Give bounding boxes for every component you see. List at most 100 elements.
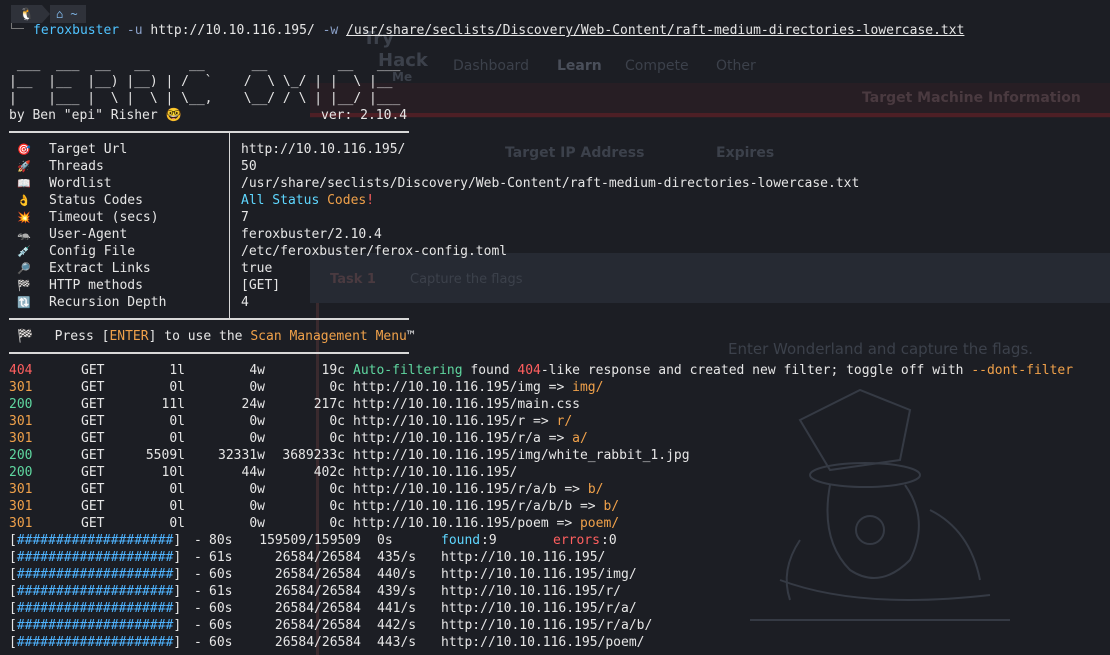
result-lines: 5509l [145, 448, 185, 463]
progress-rate: 439/s [377, 584, 417, 599]
command-flag-w: -w [322, 23, 339, 38]
result-lines: 1l [169, 363, 185, 378]
result-url[interactable]: http://10.10.116.195/poem => [353, 516, 580, 531]
config-label: Target Url [49, 142, 128, 157]
http-method: GET [81, 482, 105, 497]
config-label: User-Agent [49, 227, 128, 242]
found-label: found [441, 533, 481, 548]
http-method: GET [81, 414, 105, 429]
result-url[interactable]: http://10.10.116.195/r/a/b/b => [353, 499, 603, 514]
redirect-target: b/ [587, 482, 604, 497]
result-url[interactable]: http://10.10.116.195/main.css [353, 397, 580, 412]
progress-rate: 443/s [377, 635, 417, 650]
progress-count: 26584/26584 [274, 601, 361, 616]
result-url[interactable]: http://10.10.116.195/r/a => [353, 431, 572, 446]
progress-count: 26584/26584 [274, 550, 361, 565]
result-words: 0w [249, 414, 265, 429]
progress-url[interactable]: http://10.10.116.195/r/ [441, 583, 621, 600]
config-value: /etc/feroxbuster/ferox-config.toml [241, 244, 508, 259]
command-url: http://10.10.116.195/ [150, 23, 315, 38]
divider [9, 352, 409, 354]
status-code: 301 [9, 499, 33, 514]
banner-art-3: | |___ | \ | \ | \__, \__/ / \ | |__/ |_… [9, 91, 401, 106]
config-icon: 🦡 [17, 228, 31, 241]
progress-url[interactable]: http://10.10.116.195/r/a/b/ [441, 617, 652, 634]
config-value: http://10.10.116.195/ [241, 142, 406, 157]
result-chars: 0c [329, 482, 345, 497]
prompt-separator [41, 5, 50, 23]
redirect-target: img/ [572, 380, 604, 395]
result-chars: 19c [321, 363, 345, 378]
result-chars: 0c [329, 499, 345, 514]
errors-count: :0 [601, 533, 617, 548]
status-code: 301 [9, 380, 33, 395]
config-icon: 🎯 [17, 143, 31, 156]
dash-sep: - [194, 567, 202, 582]
config-label: Wordlist [49, 176, 112, 191]
terminal-window[interactable]: 🐧 ⌂ ~ feroxbuster -u http://10.10.116.19… [0, 0, 1110, 655]
result-chars: 0c [329, 516, 345, 531]
banner-version: ver: 2.10.4 [321, 108, 408, 123]
result-message: http://10.10.116.195/r => r/ [353, 413, 572, 430]
linux-icon: 🐧 [11, 5, 42, 23]
http-method: GET [81, 363, 105, 378]
result-url[interactable]: http://10.10.116.195/ [353, 465, 517, 480]
http-method: GET [81, 465, 105, 480]
redirect-target: r/ [556, 414, 573, 429]
cwd-segment: ⌂ ~ [49, 5, 86, 23]
checkered-flag-icon: 🏁 [17, 329, 34, 344]
http-method: GET [81, 516, 105, 531]
config-value: All Status Codes! [241, 192, 374, 209]
enter-key: ENTER [109, 329, 149, 344]
config-icon: 💥 [17, 211, 31, 224]
config-icon: 🚀 [17, 160, 31, 173]
config-value: feroxbuster/2.10.4 [241, 227, 382, 242]
config-value: /usr/share/seclists/Discovery/Web-Conten… [241, 176, 860, 191]
progress-bar: [####################] [9, 584, 182, 599]
result-url[interactable]: http://10.10.116.195/r => [353, 414, 557, 429]
result-chars: 0c [329, 431, 345, 446]
result-message: Auto-filtering found 404-like response a… [353, 363, 1074, 378]
progress-count: 26584/26584 [274, 635, 361, 650]
config-value: 4 [241, 295, 249, 310]
redirect-target: poem/ [579, 516, 620, 531]
result-chars: 0c [329, 414, 345, 429]
command-program: feroxbuster [33, 23, 120, 38]
status-code: 200 [9, 397, 33, 412]
command-line[interactable]: feroxbuster -u http://10.10.116.195/ -w … [33, 22, 964, 39]
shell-prompt: 🐧 ⌂ ~ [11, 5, 86, 23]
dash-sep: - [194, 533, 202, 548]
config-value: [GET] [241, 278, 281, 293]
result-url[interactable]: http://10.10.116.195/r/a/b => [353, 482, 588, 497]
result-url[interactable]: http://10.10.116.195/img => [353, 380, 572, 395]
progress-rate: 435/s [377, 550, 417, 565]
config-icon: 👌 [17, 194, 31, 207]
result-message: http://10.10.116.195/poem => poem/ [353, 515, 619, 532]
status-codes: Codes [327, 193, 367, 208]
result-lines: 0l [169, 482, 185, 497]
http-method: GET [81, 380, 105, 395]
http-method: GET [81, 431, 105, 446]
found-count: :9 [481, 533, 497, 548]
result-message: http://10.10.116.195/main.css [353, 396, 580, 413]
progress-rate: 441/s [377, 601, 417, 616]
result-url[interactable]: http://10.10.116.195/img/white_rabbit_1.… [353, 448, 690, 463]
progress-url[interactable]: http://10.10.116.195/img/ [441, 566, 637, 583]
result-words: 0w [249, 482, 265, 497]
command-wordlist: /usr/share/seclists/Discovery/Web-Conten… [346, 23, 965, 38]
progress-url[interactable]: http://10.10.116.195/r/a/ [441, 600, 637, 617]
result-lines: 0l [169, 499, 185, 514]
result-words: 0w [249, 431, 265, 446]
result-words: 0w [249, 380, 265, 395]
progress-url[interactable]: http://10.10.116.195/ [441, 549, 605, 566]
progress-count: 26584/26584 [274, 584, 361, 599]
redirect-target: a/ [572, 431, 588, 446]
progress-bar: [####################] [9, 533, 182, 548]
progress-rate: 442/s [377, 618, 417, 633]
progress-count: 159509/159509 [259, 533, 361, 548]
progress-url[interactable]: http://10.10.116.195/poem/ [441, 634, 645, 651]
result-words: 24w [241, 397, 265, 412]
progress-count: 26584/26584 [274, 618, 361, 633]
command-flag-u: -u [126, 23, 143, 38]
config-value: 50 [241, 159, 257, 174]
